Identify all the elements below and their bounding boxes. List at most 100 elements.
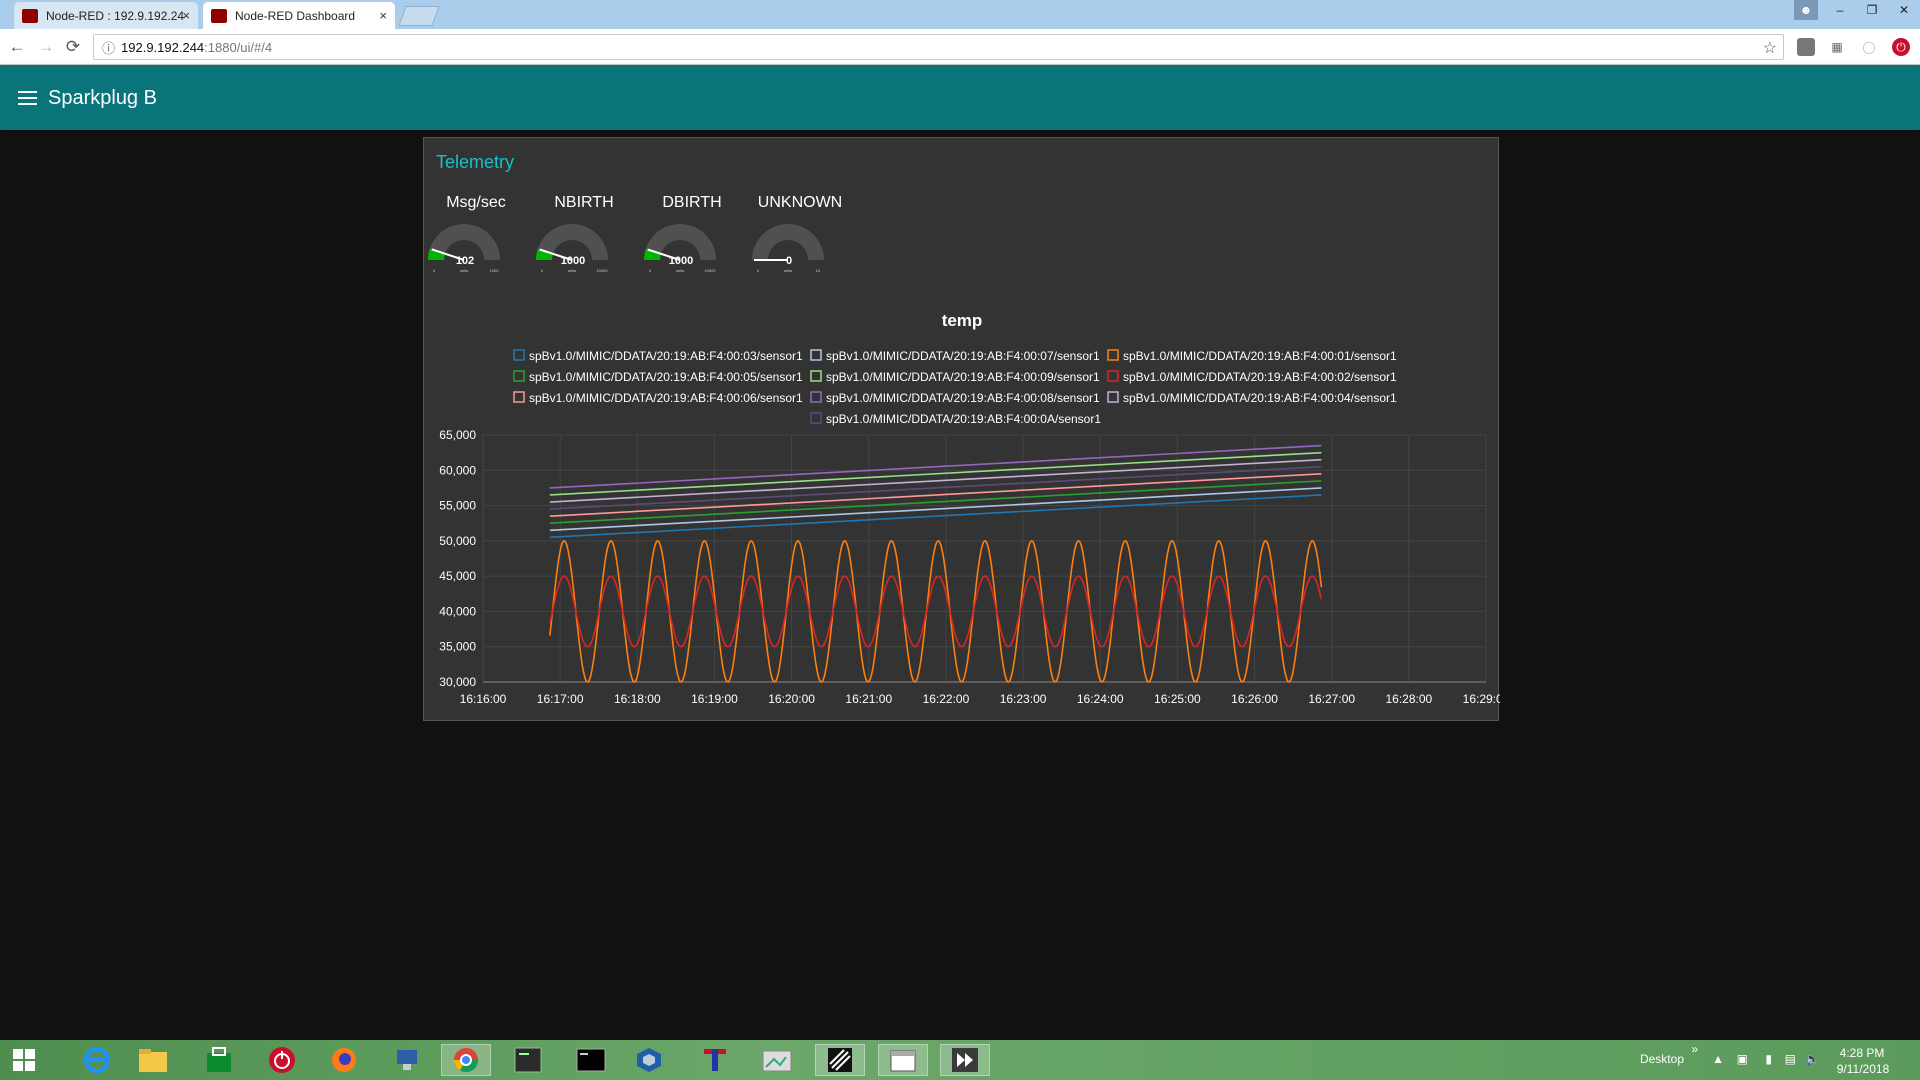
x-tick-label: 16:17:00 [537, 692, 584, 706]
y-tick-label: 50,000 [439, 534, 476, 548]
legend-swatch [1108, 350, 1118, 360]
store-icon[interactable] [194, 1044, 244, 1076]
x-tick-label: 16:24:00 [1077, 692, 1124, 706]
hamburger-menu-icon[interactable] [18, 91, 37, 105]
url-host: 192.9.192.244 [121, 40, 204, 55]
legend-label: spBv1.0/MIMIC/DDATA/20:19:AB:F4:00:08/se… [826, 391, 1100, 405]
chevron-icon[interactable]: » [1691, 1042, 1698, 1056]
legend-swatch [811, 371, 821, 381]
x-tick-label: 16:22:00 [923, 692, 970, 706]
x-tick-label: 16:25:00 [1154, 692, 1201, 706]
x-tick-label: 16:18:00 [614, 692, 661, 706]
dashboard-header: Sparkplug B [0, 65, 1920, 130]
qr-code-icon[interactable]: ▦ [1828, 38, 1846, 56]
back-icon[interactable]: ← [6, 36, 28, 58]
legend-swatch [514, 371, 524, 381]
x-tick-label: 16:28:00 [1385, 692, 1432, 706]
file-explorer-icon[interactable] [128, 1044, 178, 1076]
mqtt-tool-icon[interactable] [815, 1044, 865, 1076]
network-icon[interactable]: ▤ [1785, 1052, 1796, 1066]
x-tick-label: 16:29:00 [1463, 692, 1500, 706]
chart-title: temp [942, 311, 983, 330]
new-tab-button[interactable] [398, 6, 439, 26]
command-prompt-icon[interactable] [566, 1044, 616, 1076]
action-center-icon[interactable]: ▮ [1765, 1052, 1772, 1066]
x-tick-label: 16:23:00 [1000, 692, 1047, 706]
extension-icon[interactable] [1797, 38, 1815, 56]
legend-label: spBv1.0/MIMIC/DDATA/20:19:AB:F4:00:01/se… [1123, 349, 1397, 363]
temp-line-chart: temp spBv1.0/MIMIC/DDATA/20:19:AB:F4:00:0… [424, 138, 1500, 722]
tab-node-red-dashboard[interactable]: Node-RED Dashboard × [203, 2, 395, 29]
power-extension-icon[interactable]: ⏻ [1892, 38, 1910, 56]
url-path: :1880/ui/#/4 [204, 40, 272, 55]
y-tick-label: 40,000 [439, 604, 476, 618]
bookmark-star-icon[interactable]: ☆ [1763, 38, 1777, 58]
legend-swatch [1108, 371, 1118, 381]
y-tick-label: 45,000 [439, 569, 476, 583]
y-tick-label: 30,000 [439, 675, 476, 689]
legend-swatch [811, 413, 821, 423]
legend-swatch [514, 350, 524, 360]
node-red-favicon-icon [22, 9, 38, 23]
desktop-toolbar-label[interactable]: Desktop [1640, 1052, 1684, 1066]
tab-title: Node-RED : 192.9.192.24 [46, 9, 184, 23]
show-hidden-icons[interactable]: ▲ [1712, 1052, 1724, 1066]
chrome-icon[interactable] [441, 1044, 491, 1076]
close-tab-icon[interactable]: × [379, 8, 387, 23]
telemetry-group: Telemetry Msg/sec 1020units1000 NBIRTH 1… [423, 137, 1499, 721]
legend-label: spBv1.0/MIMIC/DDATA/20:19:AB:F4:00:05/se… [529, 370, 803, 384]
node-red-favicon-icon [211, 9, 227, 23]
fast-forward-app-icon[interactable] [940, 1044, 990, 1076]
terminal-app-icon[interactable] [503, 1044, 553, 1076]
legend-swatch [514, 392, 524, 402]
x-tick-label: 16:20:00 [768, 692, 815, 706]
window-app-icon[interactable] [878, 1044, 928, 1076]
y-tick-label: 60,000 [439, 463, 476, 477]
network-tool-icon[interactable] [382, 1044, 432, 1076]
legend-label: spBv1.0/MIMIC/DDATA/20:19:AB:F4:00:04/se… [1123, 391, 1397, 405]
firefox-icon[interactable] [319, 1044, 369, 1076]
forward-icon[interactable]: → [35, 36, 57, 58]
legend-swatch [1108, 392, 1118, 402]
profile-icon[interactable]: ☻ [1794, 0, 1818, 20]
browser-tab-bar: Node-RED : 192.9.192.24 × Node-RED Dashb… [0, 0, 1920, 29]
y-tick-label: 35,000 [439, 640, 476, 654]
legend-swatch [811, 392, 821, 402]
volume-icon[interactable]: 🔈 [1805, 1052, 1820, 1066]
reload-icon[interactable]: ⟳ [62, 36, 84, 58]
restore-button[interactable]: ❐ [1856, 0, 1888, 20]
x-tick-label: 16:16:00 [460, 692, 507, 706]
tab-node-red-editor[interactable]: Node-RED : 192.9.192.24 × [14, 2, 198, 29]
clock-date[interactable]: 9/11/2018 [1828, 1062, 1898, 1076]
address-bar[interactable]: ⓘ 192.9.192.244:1880/ui/#/4 ☆ [93, 34, 1784, 60]
internet-explorer-icon[interactable] [72, 1044, 122, 1076]
x-tick-label: 16:21:00 [845, 692, 892, 706]
image-viewer-icon[interactable] [752, 1044, 802, 1076]
close-tab-icon[interactable]: × [182, 8, 190, 23]
windows-start-icon[interactable] [0, 1044, 48, 1076]
window-controls: ☻ – ❐ ✕ [1794, 0, 1920, 20]
tray-app-icon[interactable]: ▣ [1737, 1052, 1748, 1066]
info-icon[interactable]: ⓘ [102, 38, 115, 57]
legend-label: spBv1.0/MIMIC/DDATA/20:19:AB:F4:00:0A/se… [826, 412, 1101, 426]
virtualbox-icon[interactable] [624, 1044, 674, 1076]
legend-label: spBv1.0/MIMIC/DDATA/20:19:AB:F4:00:02/se… [1123, 370, 1397, 384]
legend-swatch [811, 350, 821, 360]
x-tick-label: 16:26:00 [1231, 692, 1278, 706]
legend-label: spBv1.0/MIMIC/DDATA/20:19:AB:F4:00:07/se… [826, 349, 1100, 363]
x-tick-label: 16:27:00 [1308, 692, 1355, 706]
close-window-button[interactable]: ✕ [1888, 0, 1920, 20]
dashboard-title: Sparkplug B [48, 87, 157, 110]
legend-label: spBv1.0/MIMIC/DDATA/20:19:AB:F4:00:06/se… [529, 391, 803, 405]
windows-taskbar: Desktop » ▲ ▣ ▮ ▤ 🔈 4:28 PM 9/11/2018 [0, 1040, 1920, 1080]
shield-extension-icon[interactable]: ◯ [1860, 38, 1878, 56]
clock-time[interactable]: 4:28 PM [1832, 1046, 1892, 1060]
tab-title: Node-RED Dashboard [235, 9, 355, 23]
browser-toolbar: ← → ⟳ ⓘ 192.9.192.244:1880/ui/#/4 ☆ ▦ ◯ … [0, 29, 1920, 65]
minimize-button[interactable]: – [1824, 0, 1856, 20]
t-app-icon[interactable] [690, 1044, 740, 1076]
y-tick-label: 65,000 [439, 428, 476, 442]
shutdown-app-icon[interactable] [257, 1044, 307, 1076]
x-tick-label: 16:19:00 [691, 692, 738, 706]
legend-label: spBv1.0/MIMIC/DDATA/20:19:AB:F4:00:09/se… [826, 370, 1100, 384]
